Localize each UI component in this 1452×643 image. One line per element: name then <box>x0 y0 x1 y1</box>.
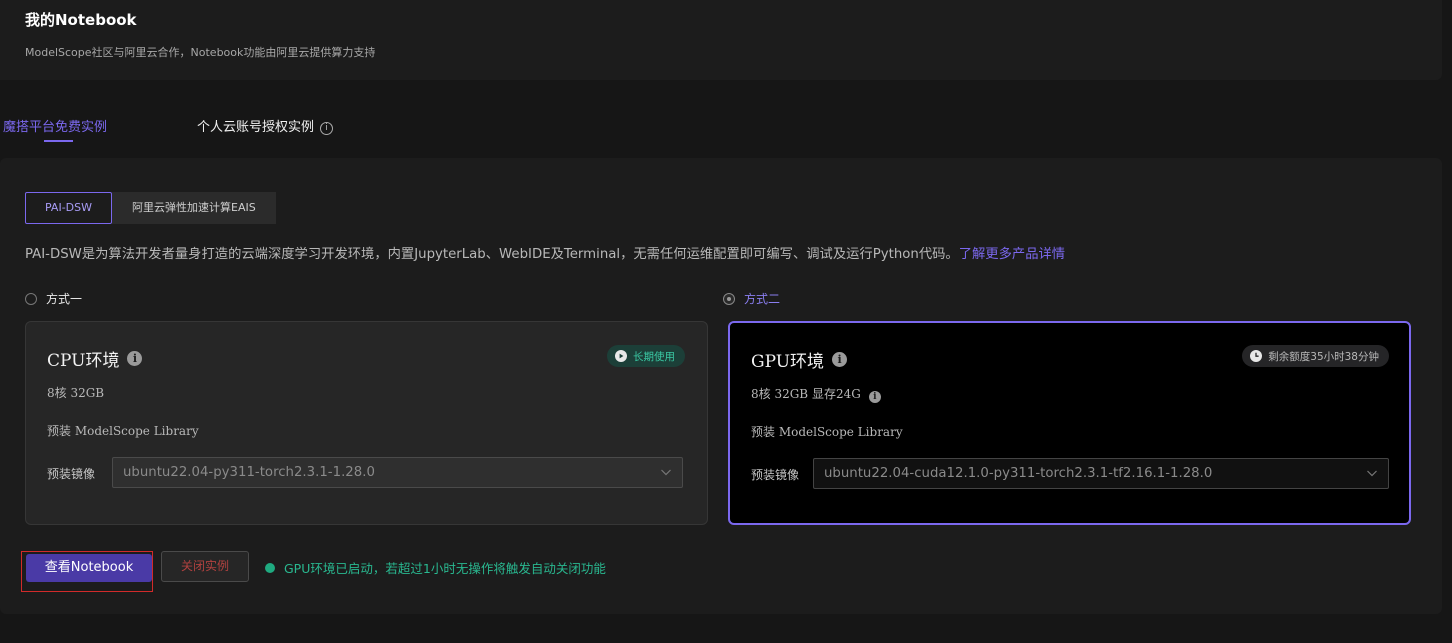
gpu-image-value: ubuntu22.04-cuda12.1.0-py311-torch2.3.1-… <box>824 466 1213 481</box>
info-icon[interactable]: i <box>868 391 881 403</box>
page-title: 我的Notebook <box>25 11 137 29</box>
cpu-library: 预装 ModelScope Library <box>47 424 199 438</box>
instance-panel: PAI-DSW 阿里云弹性加速计算EAIS PAI-DSW是为算法开发者量身打造… <box>0 158 1442 614</box>
tab-personal-instance[interactable]: 个人云账号授权实例 i <box>197 116 334 135</box>
segment-pai-dsw[interactable]: PAI-DSW <box>25 192 112 224</box>
header-panel: 我的Notebook ModelScope社区与阿里云合作，Notebook功能… <box>0 0 1442 80</box>
view-notebook-button[interactable]: 查看Notebook <box>26 554 152 582</box>
play-icon <box>615 350 627 362</box>
platform-switch: PAI-DSW 阿里云弹性加速计算EAIS <box>25 192 276 224</box>
gpu-library: 预装 ModelScope Library <box>751 425 903 439</box>
cpu-spec: 8核 32GB <box>47 386 105 400</box>
gpu-spec: 8核 32GB 显存24G i <box>751 385 881 403</box>
segment-eais[interactable]: 阿里云弹性加速计算EAIS <box>112 192 276 224</box>
gpu-image-label: 预装镜像 <box>751 468 800 482</box>
gpu-spec-text: 8核 32GB 显存24G <box>751 387 861 401</box>
status-dot-icon <box>265 562 275 573</box>
cpu-image-label: 预装镜像 <box>47 467 96 481</box>
tab-free-instance[interactable]: 魔搭平台免费实例 <box>3 116 107 135</box>
info-circle-icon[interactable]: i <box>320 122 334 135</box>
page-subtitle: ModelScope社区与阿里云合作，Notebook功能由阿里云提供算力支持 <box>25 46 376 59</box>
cpu-card-title: CPU环境 i <box>47 346 143 371</box>
radio-circle-checked <box>723 292 735 305</box>
status-text: GPU环境已启动，若超过1小时无操作将触发自动关闭功能 <box>284 561 606 576</box>
status-message: GPU环境已启动，若超过1小时无操作将触发自动关闭功能 <box>265 558 606 577</box>
close-instance-button[interactable]: 关闭实例 <box>161 551 249 582</box>
tab-personal-instance-label: 个人云账号授权实例 <box>197 120 315 135</box>
quota-badge-label: 剩余额度35小时38分钟 <box>1268 350 1379 363</box>
description-text: PAI-DSW是为算法开发者量身打造的云端深度学习开发环境，内置JupyterL… <box>25 247 959 262</box>
chevron-down-icon <box>661 469 671 476</box>
tab-free-instance-label: 魔搭平台免费实例 <box>3 120 108 135</box>
cpu-image-select[interactable]: ubuntu22.04-py311-torch2.3.1-1.28.0 <box>112 457 683 488</box>
cpu-image-value: ubuntu22.04-py311-torch2.3.1-1.28.0 <box>123 465 375 480</box>
cpu-environment-card[interactable]: CPU环境 i 长期使用 8核 32GB 预装 ModelScope Libra… <box>25 321 708 525</box>
gpu-title-text: GPU环境 <box>751 352 825 372</box>
gpu-environment-card[interactable]: GPU环境 i 剩余额度35小时38分钟 8核 32GB 显存24G i 预装 M… <box>728 321 1411 525</box>
radio-circle <box>25 292 37 305</box>
cpu-title-text: CPU环境 <box>47 351 120 371</box>
clock-icon <box>1250 350 1263 362</box>
long-term-badge: 长期使用 <box>607 345 685 367</box>
option-1-radio[interactable]: 方式一 <box>25 290 82 307</box>
quota-badge: 剩余额度35小时38分钟 <box>1242 345 1389 367</box>
info-icon[interactable]: i <box>832 352 848 367</box>
gpu-image-select[interactable]: ubuntu22.04-cuda12.1.0-py311-torch2.3.1-… <box>813 458 1389 489</box>
long-term-badge-label: 长期使用 <box>633 350 675 363</box>
active-tab-indicator <box>44 140 73 142</box>
option-1-label: 方式一 <box>46 292 83 306</box>
info-icon[interactable]: i <box>127 351 143 366</box>
gpu-card-title: GPU环境 i <box>751 347 848 372</box>
chevron-down-icon <box>1367 470 1377 477</box>
option-2-radio[interactable]: 方式二 <box>723 290 780 307</box>
learn-more-link[interactable]: 了解更多产品详情 <box>959 247 1065 262</box>
instance-tabs: 魔搭平台免费实例 个人云账号授权实例 i <box>0 110 600 144</box>
platform-description: PAI-DSW是为算法开发者量身打造的云端深度学习开发环境，内置JupyterL… <box>25 243 1065 262</box>
option-2-label: 方式二 <box>744 292 781 306</box>
